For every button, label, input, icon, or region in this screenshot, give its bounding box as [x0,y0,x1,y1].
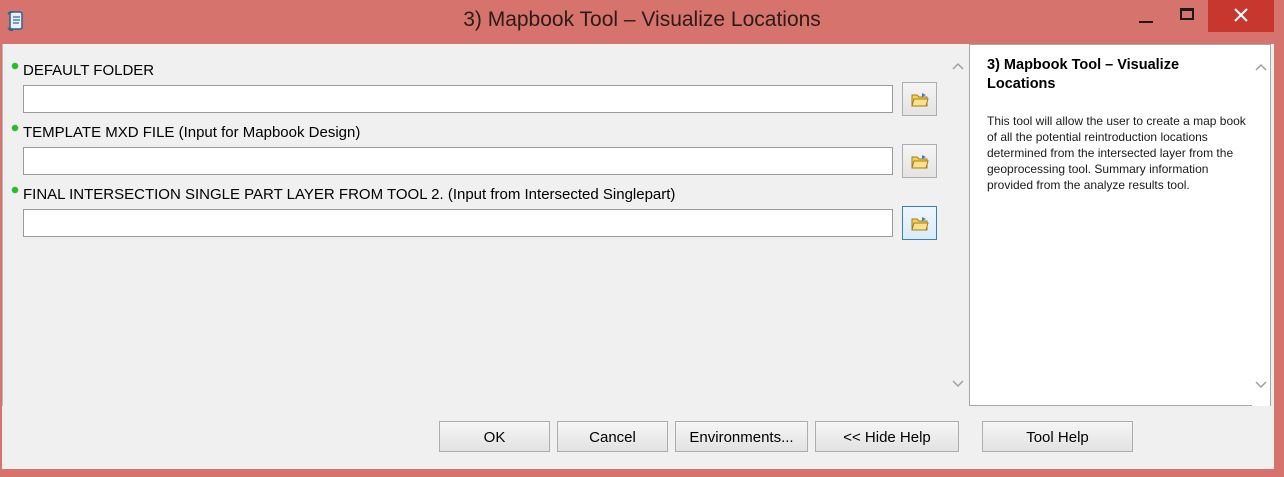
parameters-pane: DEFAULT FOLDER TEMPLATE MXD FILE (Input … [2,44,950,406]
open-folder-icon [911,93,929,107]
default-folder-browse-button[interactable] [902,82,937,116]
button-bar: OK Cancel Environments... << Hide Help T… [2,406,1274,469]
close-icon [1234,8,1248,22]
tool-help-button[interactable]: Tool Help [982,421,1133,452]
param-label-template-mxd: TEMPLATE MXD FILE (Input for Mapbook Des… [23,124,361,141]
intersection-layer-browse-button[interactable] [902,206,937,240]
hide-help-button[interactable]: << Hide Help [815,421,959,452]
param-label-default-folder: DEFAULT FOLDER [23,62,155,79]
maximize-icon [1180,8,1194,20]
param-label-intersection-layer: FINAL INTERSECTION SINGLE PART LAYER FRO… [23,186,676,203]
scroll-up-icon[interactable] [952,61,964,73]
help-description: This tool will allow the user to create … [987,114,1246,192]
help-pane: 3) Mapbook Tool – Visualize Locations Th… [969,44,1271,407]
default-folder-input[interactable] [23,85,893,113]
scroll-down-icon[interactable] [1255,378,1267,390]
close-button[interactable] [1208,0,1274,32]
template-mxd-browse-button[interactable] [902,144,937,178]
environments-button[interactable]: Environments... [675,421,808,452]
required-indicator [12,63,18,69]
cancel-button[interactable]: Cancel [557,421,668,452]
required-indicator [12,125,18,131]
parameters-scrollbar[interactable] [949,44,967,406]
dialog-client: DEFAULT FOLDER TEMPLATE MXD FILE (Input … [2,44,1274,469]
maximize-button[interactable] [1163,0,1209,34]
open-folder-icon [911,155,929,169]
open-folder-icon [911,217,929,231]
intersection-layer-input[interactable] [23,209,893,237]
scroll-up-icon[interactable] [1255,62,1267,74]
scroll-down-icon[interactable] [952,377,964,389]
required-indicator [12,187,18,193]
template-mxd-input[interactable] [23,147,893,175]
window-title: 3) Mapbook Tool – Visualize Locations [463,8,821,31]
ok-button[interactable]: OK [439,421,550,452]
title-bar[interactable]: 3) Mapbook Tool – Visualize Locations [0,0,1284,44]
help-scrollbar[interactable] [1252,45,1270,407]
help-title: 3) Mapbook Tool – Visualize Locations [987,57,1180,92]
minimize-icon [1139,21,1153,23]
